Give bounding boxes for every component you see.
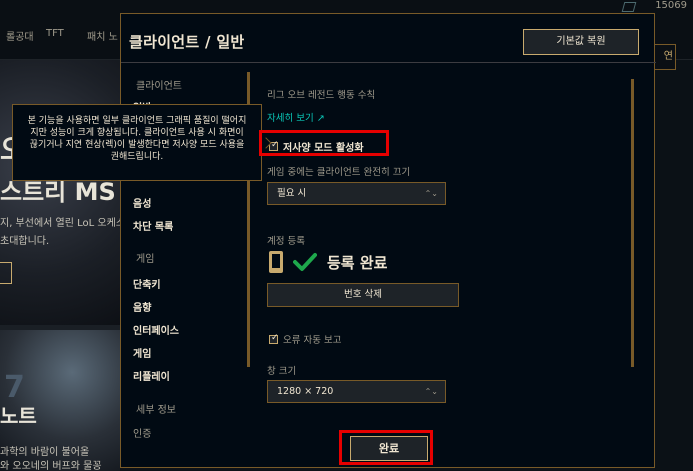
chevron-updown-icon: ⌃⌄ (424, 189, 438, 198)
sidebar-header-client: 클라이언트 (136, 81, 182, 92)
remove-number-button[interactable]: 번호 삭제 (267, 283, 459, 307)
low-spec-tooltip: 본 기능을 사용하면 일부 클라이언트 그래픽 품질이 떨어지지만 성능이 크게… (12, 104, 262, 181)
chevron-updown-icon: ⌃⌄ (424, 387, 438, 396)
error-report-label: 오류 자동 보고 (283, 335, 342, 346)
close-client-dropdown[interactable]: 필요 시 ⌃⌄ (267, 182, 446, 205)
checkmark-icon: ✓ (271, 332, 279, 343)
sidebar-item-replay[interactable]: 리플레이 (133, 368, 170, 383)
currency-value: 15069 (655, 0, 687, 11)
modal-title: 클라이언트 / 일반 (129, 33, 245, 51)
settings-modal: 클라이언트 / 일반 기본값 복원 클라이언트 일반 음성 차단 목록 게임 단… (120, 13, 656, 468)
window-size-dropdown[interactable]: 1280 × 720 ⌃⌄ (267, 380, 446, 403)
sidebar-item-verification[interactable]: 인증 (133, 425, 151, 440)
card-sub-2: 와 오오네의 버프와 물꽁 (0, 461, 102, 471)
sidebar-item-game[interactable]: 게임 (133, 345, 151, 360)
sidebar-header-game: 게임 (136, 254, 155, 265)
sidebar-item-sound[interactable]: 음향 (133, 299, 151, 314)
sidebar-item-interface[interactable]: 인터페이스 (133, 322, 179, 337)
sidebar-header-details: 세부 정보 (136, 405, 176, 416)
sidebar-item-block-list[interactable]: 차단 목록 (133, 218, 173, 233)
bg-nav-item-patch[interactable]: 패치 노 (87, 28, 118, 43)
background-right-panel (655, 60, 693, 471)
sidebar-item-voice[interactable]: 음성 (133, 195, 151, 210)
low-spec-label: 저사양 모드 활성화 (283, 143, 364, 154)
done-button[interactable]: 완료 (350, 436, 428, 461)
checkmark-icon: ✓ (271, 140, 279, 150)
client-screen: 롤공대 TFT 패치 노 15069 오 스트리 MS 지, 부선에서 열린 L… (0, 0, 693, 471)
hero-text-1: 지, 부선에서 열린 LoL 오케스 (0, 218, 125, 229)
error-report-option[interactable]: ✓ 오류 자동 보고 (269, 332, 341, 346)
low-spec-mode-option[interactable]: ✓ 저사양 모드 활성화 (269, 139, 364, 154)
green-check-icon (293, 253, 317, 271)
card-title: 노트 (0, 404, 37, 428)
content-scrollbar[interactable] (631, 79, 634, 367)
bg-nav-item-tft[interactable]: TFT (46, 28, 64, 39)
verified-text: 등록 완료 (327, 253, 388, 272)
window-size-value: 1280 × 720 (277, 386, 334, 397)
conduct-label: 리그 오브 레전드 행동 수칙 (267, 90, 376, 101)
close-client-label: 게임 중에는 클라이언트 완전히 끄기 (267, 167, 411, 178)
conduct-more-link[interactable]: 자세히 보기 ↗ (267, 110, 325, 124)
sidebar-item-hotkeys[interactable]: 단축키 (133, 276, 161, 291)
card-sub-1: 과학의 바람이 불어올 (0, 447, 90, 458)
hero-text-2: 초대합니다. (0, 236, 50, 247)
verification-status: 등록 완료 (269, 251, 387, 273)
bg-nav-item-1[interactable]: 롤공대 (6, 28, 34, 43)
error-report-checkbox[interactable]: ✓ (269, 332, 279, 344)
window-size-label: 창 크기 (267, 366, 297, 377)
phone-icon (269, 251, 283, 273)
restore-defaults-button[interactable]: 기본값 복원 (523, 29, 639, 55)
close-client-value: 필요 시 (277, 188, 307, 199)
hero-button[interactable] (0, 262, 12, 284)
account-label: 계정 등록 (267, 236, 305, 247)
